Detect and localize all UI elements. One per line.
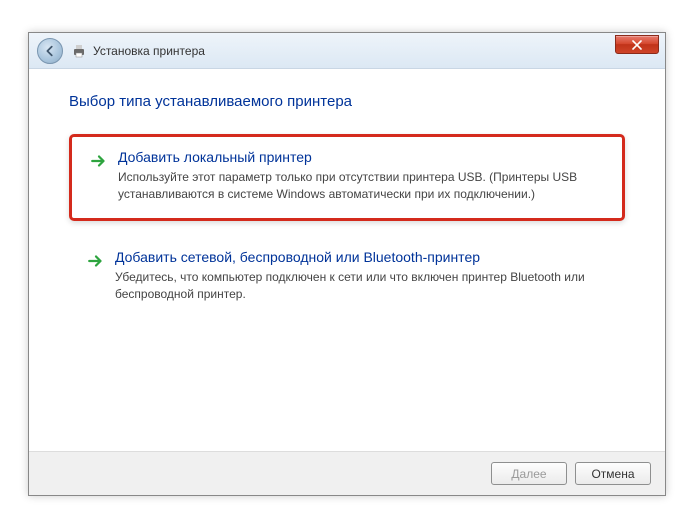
cancel-button[interactable]: Отмена bbox=[575, 462, 651, 485]
printer-icon bbox=[71, 43, 87, 59]
back-button[interactable] bbox=[37, 38, 63, 64]
arrow-right-icon bbox=[87, 252, 105, 275]
content-area: Выбор типа устанавливаемого принтера Доб… bbox=[29, 69, 665, 318]
close-icon bbox=[632, 40, 642, 50]
titlebar: Установка принтера bbox=[29, 33, 665, 69]
back-arrow-icon bbox=[43, 44, 57, 58]
option-network-printer[interactable]: Добавить сетевой, беспроводной или Bluet… bbox=[69, 237, 625, 318]
option-title: Добавить локальный принтер bbox=[118, 149, 604, 165]
option-description: Убедитесь, что компьютер подключен к сет… bbox=[115, 269, 607, 304]
page-heading: Выбор типа устанавливаемого принтера bbox=[69, 93, 625, 110]
window-title: Установка принтера bbox=[93, 44, 205, 58]
option-local-printer[interactable]: Добавить локальный принтер Используйте э… bbox=[69, 134, 625, 221]
wizard-window: Установка принтера Выбор типа устанавлив… bbox=[28, 32, 666, 496]
next-button[interactable]: Далее bbox=[491, 462, 567, 485]
arrow-right-icon bbox=[90, 152, 108, 175]
footer: Далее Отмена bbox=[29, 451, 665, 495]
option-description: Используйте этот параметр только при отс… bbox=[118, 169, 604, 204]
option-title: Добавить сетевой, беспроводной или Bluet… bbox=[115, 249, 607, 265]
close-button[interactable] bbox=[615, 35, 659, 54]
